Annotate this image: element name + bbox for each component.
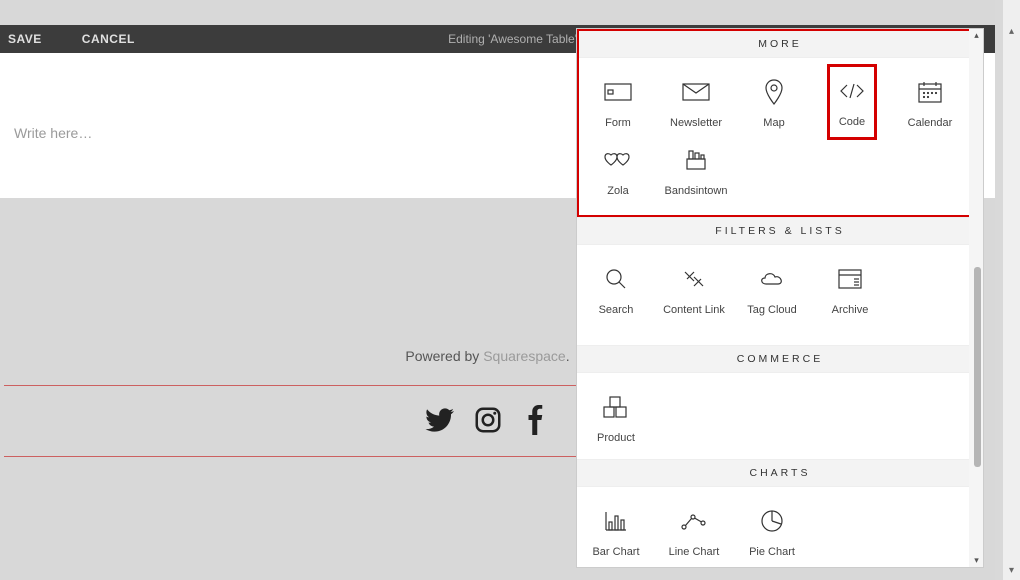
- block-zola[interactable]: Zola: [579, 136, 657, 204]
- hearts-icon: [600, 146, 636, 174]
- scroll-thumb[interactable]: [974, 267, 981, 467]
- cancel-button[interactable]: CANCEL: [82, 32, 135, 46]
- block-label: Calendar: [908, 116, 953, 130]
- bar-chart-icon: [598, 507, 634, 535]
- brand-link[interactable]: Squarespace: [483, 348, 566, 364]
- editing-label: Editing 'Awesome Table': [448, 32, 577, 46]
- block-bandsintown[interactable]: Bandsintown: [657, 136, 735, 204]
- scroll-down-icon[interactable]: ▾: [1005, 564, 1018, 577]
- twitter-icon[interactable]: [425, 405, 455, 440]
- block-line-chart[interactable]: Line Chart: [655, 497, 733, 565]
- block-search[interactable]: Search: [577, 255, 655, 337]
- facebook-icon[interactable]: [521, 405, 551, 440]
- highlight-code-item: Code: [827, 64, 877, 140]
- block-calendar[interactable]: Calendar: [891, 68, 969, 136]
- section-header-commerce: COMMERCE: [577, 345, 983, 373]
- section-header-filters: FILTERS & LISTS: [577, 217, 983, 245]
- block-bar-chart[interactable]: Bar Chart: [577, 497, 655, 565]
- block-label: Line Chart: [669, 545, 720, 559]
- block-label: Bandsintown: [665, 184, 728, 198]
- block-label: Content Link: [663, 303, 725, 331]
- pie-chart-icon: [754, 507, 790, 535]
- block-code-highlighted[interactable]: Code: [813, 68, 891, 136]
- panel-scrollbar[interactable]: ▴ ▾: [969, 29, 983, 567]
- block-label: Search: [599, 303, 634, 331]
- block-content-link[interactable]: Content Link: [655, 255, 733, 337]
- block-label: Code: [839, 115, 865, 129]
- block-label: Form: [605, 116, 631, 130]
- block-map[interactable]: Map: [735, 68, 813, 136]
- block-label: Map: [763, 116, 784, 130]
- powered-by-label: Powered by: [405, 348, 483, 364]
- block-label: Tag Cloud: [747, 303, 797, 331]
- app-frame: SAVE CANCEL Editing 'Awesome Table' Writ…: [0, 0, 995, 580]
- save-button[interactable]: SAVE: [8, 32, 42, 46]
- calendar-icon: [912, 78, 948, 106]
- line-chart-icon: [676, 507, 712, 535]
- editor-placeholder: Write here…: [14, 125, 92, 141]
- map-pin-icon: [756, 78, 792, 106]
- block-pie-chart[interactable]: Pie Chart: [733, 497, 811, 565]
- block-label: Product: [597, 431, 635, 445]
- block-picker-panel: MORE Form Newsletter: [576, 28, 984, 568]
- scroll-up-icon[interactable]: ▴: [971, 30, 982, 41]
- cloud-icon: [754, 265, 790, 293]
- highlight-more-section: MORE Form Newsletter: [577, 29, 983, 217]
- block-product[interactable]: Product: [577, 383, 655, 451]
- block-label: Bar Chart: [592, 545, 639, 559]
- window-scrollbar[interactable]: ▴ ▾: [1003, 0, 1020, 580]
- archive-icon: [832, 265, 868, 293]
- block-label: Newsletter: [670, 116, 722, 130]
- instagram-icon[interactable]: [473, 405, 503, 440]
- scroll-up-icon[interactable]: ▴: [1005, 25, 1018, 38]
- block-archive[interactable]: Archive: [811, 255, 889, 337]
- search-icon: [598, 265, 634, 293]
- block-label: Zola: [607, 184, 628, 198]
- block-newsletter[interactable]: Newsletter: [657, 68, 735, 136]
- scroll-down-icon[interactable]: ▾: [971, 555, 982, 566]
- block-label: Archive: [832, 303, 869, 331]
- block-label: Pie Chart: [749, 545, 795, 559]
- section-header-charts: CHARTS: [577, 459, 983, 487]
- link-icon: [676, 265, 712, 293]
- envelope-icon: [678, 78, 714, 106]
- bandsintown-icon: [678, 146, 714, 174]
- block-form[interactable]: Form: [579, 68, 657, 136]
- block-tag-cloud[interactable]: Tag Cloud: [733, 255, 811, 337]
- section-header-more: MORE: [579, 31, 981, 58]
- footer-suffix: .: [566, 348, 570, 364]
- code-icon: [834, 77, 870, 105]
- form-icon: [600, 78, 636, 106]
- product-icon: [598, 393, 634, 421]
